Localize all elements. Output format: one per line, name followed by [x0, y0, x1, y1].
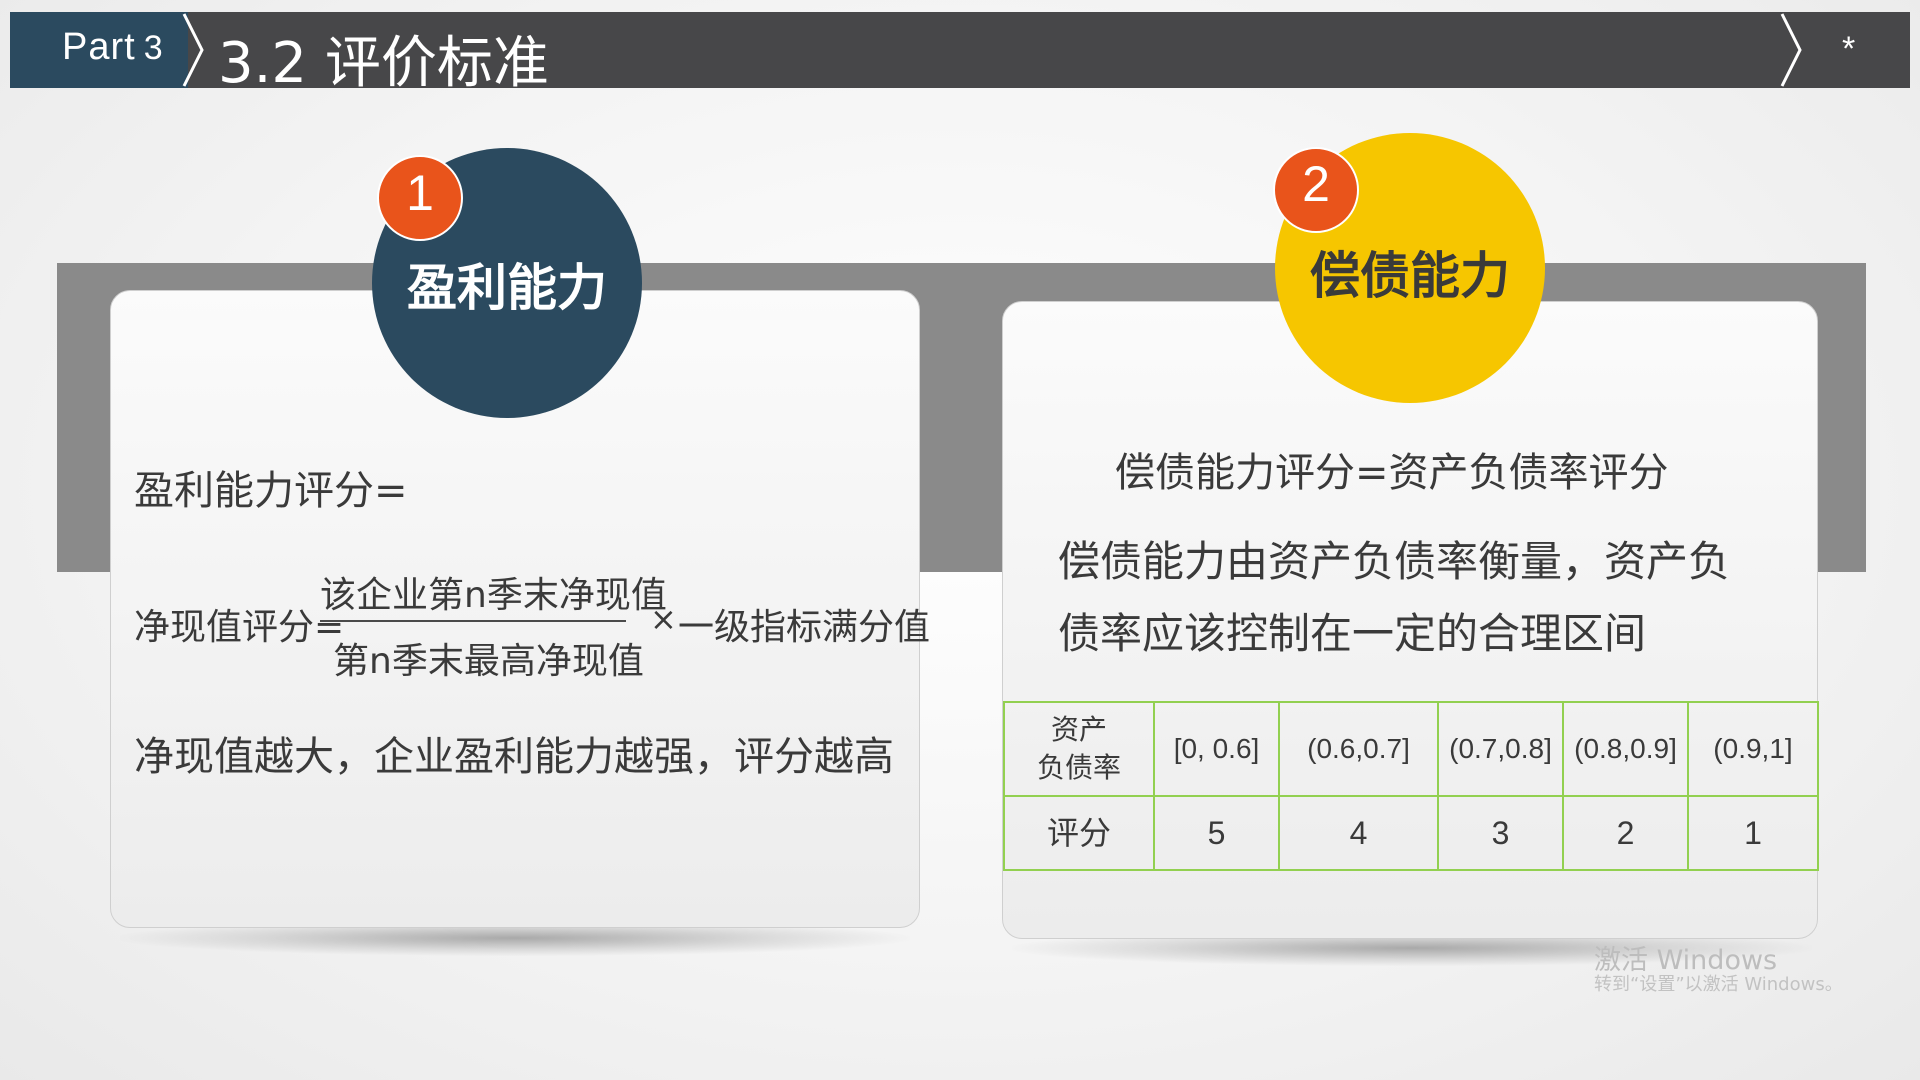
solvency-formula: 偿债能力评分=资产负债率评分 — [1115, 450, 1669, 496]
table-row: 资产 负债率 [0, 0.6] (0.6,0.7] (0.7,0.8] (0.8,… — [1003, 701, 1819, 797]
table-cell: 3 — [1437, 795, 1564, 871]
table-header-cell: 评分 — [1003, 795, 1155, 871]
solvency-title: 偿债能力 — [1310, 247, 1510, 305]
times-sign: × — [650, 600, 677, 638]
part-label: Part 3 — [62, 26, 164, 68]
header-bar: Part 3 3.2 评价标准 * — [10, 12, 1910, 96]
profit-description: 净现值越大，企业盈利能力越强，评分越高 — [134, 734, 894, 780]
table-header-cell: 资产 负债率 — [1003, 701, 1155, 797]
table-cell: 4 — [1278, 795, 1439, 871]
star-mark: * — [1842, 30, 1856, 68]
table-cell: (0.8,0.9] — [1562, 701, 1689, 797]
chevron-right-icon — [1780, 13, 1802, 87]
profitability-title: 盈利能力 — [407, 259, 607, 317]
npv-label: 净现值评分= — [134, 607, 345, 648]
table-cell: 5 — [1153, 795, 1280, 871]
table-cell: 2 — [1562, 795, 1689, 871]
npv-numerator: 该企业第n季末净现值 — [320, 575, 667, 616]
badge-number: 2 — [1302, 156, 1330, 212]
table-row: 评分 5 4 3 2 1 — [1003, 795, 1819, 871]
table-cell: (0.6,0.7] — [1278, 701, 1439, 797]
npv-suffix: 一级指标满分值 — [678, 607, 931, 648]
solvency-description-line1: 偿债能力由资产负债率衡量，资产负 — [1058, 537, 1731, 586]
fraction-line — [320, 620, 626, 622]
activation-watermark-hint: 转到“设置”以激活 Windows。 — [1594, 974, 1843, 995]
profit-formula: 盈利能力评分= — [134, 468, 408, 514]
table-cell: [0, 0.6] — [1153, 701, 1280, 797]
table-cell: (0.7,0.8] — [1437, 701, 1564, 797]
page-title: 3.2 评价标准 — [218, 31, 549, 96]
table-cell: (0.9,1] — [1687, 701, 1819, 797]
rating-table: 资产 负债率 [0, 0.6] (0.6,0.7] (0.7,0.8] (0.8,… — [1003, 701, 1819, 871]
npv-denominator: 第n季末最高净现值 — [333, 641, 644, 682]
badge-number: 1 — [406, 165, 434, 221]
solvency-description-line2: 债率应该控制在一定的合理区间 — [1058, 609, 1647, 658]
table-cell: 1 — [1687, 795, 1819, 871]
chevron-right-icon — [182, 13, 204, 87]
part-number: 3 — [143, 29, 164, 67]
